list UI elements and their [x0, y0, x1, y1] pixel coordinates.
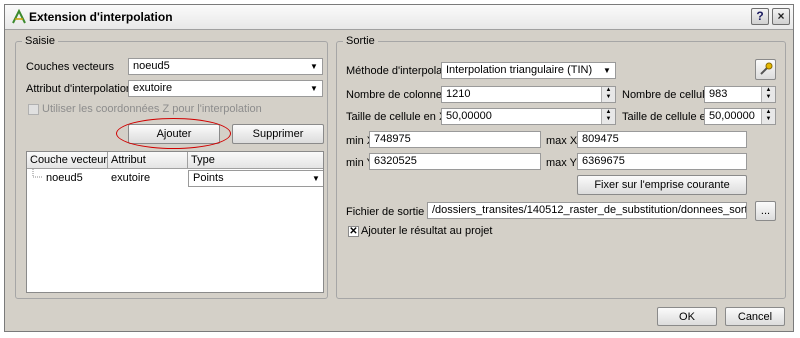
- couches-vecteurs-label: Couches vecteurs: [26, 61, 115, 73]
- colonnes-value: 1210: [446, 88, 471, 100]
- min-y-input[interactable]: 6320525: [369, 153, 541, 170]
- column-header-attribut[interactable]: Attribut: [108, 152, 188, 169]
- tree-branch-icon: [32, 169, 43, 178]
- cellules-value: 983: [709, 88, 728, 100]
- cellules-label: Nombre de cellules: [622, 89, 717, 101]
- spin-arrows-icon[interactable]: ▲ ▼: [601, 109, 615, 124]
- use-z-checkbox[interactable]: [28, 104, 39, 115]
- colonnes-spinbox[interactable]: 1210 ▲ ▼: [441, 86, 616, 103]
- couches-vecteurs-combo[interactable]: noeud5 ▼: [128, 58, 323, 75]
- highlight-ellipse: [116, 118, 231, 149]
- sortie-legend: Sortie: [343, 35, 378, 47]
- max-x-input[interactable]: 809475: [577, 131, 747, 148]
- chevron-down-icon: ▼: [306, 59, 322, 74]
- cancel-button[interactable]: Cancel: [725, 307, 785, 326]
- taille-x-label: Taille de cellule en X: [346, 111, 447, 123]
- fichier-sortie-input[interactable]: /dossiers_transites/140512_raster_de_sub…: [427, 202, 747, 219]
- spin-arrows-icon[interactable]: ▲ ▼: [601, 87, 615, 102]
- cellules-spinbox[interactable]: 983 ▲ ▼: [704, 86, 776, 103]
- min-x-input[interactable]: 748975: [369, 131, 541, 148]
- close-button[interactable]: ×: [772, 8, 790, 25]
- table-row[interactable]: noeud5 exutoire Points ▼: [27, 169, 323, 187]
- attribut-interpolation-combo[interactable]: exutoire ▼: [128, 80, 323, 97]
- row-couche: noeud5: [46, 172, 83, 184]
- sortie-group: Sortie Méthode d'interpolation Interpola…: [336, 35, 786, 299]
- chevron-down-icon: ▼: [306, 81, 322, 96]
- type-combo[interactable]: Points ▼: [188, 170, 323, 187]
- couches-vecteurs-value: noeud5: [133, 60, 170, 72]
- column-header-couche[interactable]: Couche vecteur: [27, 152, 108, 169]
- saisie-group: Saisie Couches vecteurs noeud5 ▼ Attribu…: [15, 35, 328, 299]
- methode-value: Interpolation triangulaire (TIN): [446, 64, 593, 76]
- spin-arrows-icon[interactable]: ▲ ▼: [761, 87, 775, 102]
- fichier-sortie-label: Fichier de sortie: [346, 206, 425, 218]
- taille-x-spinbox[interactable]: 50,00000 ▲ ▼: [441, 108, 616, 125]
- interpolation-dialog: Extension d'interpolation ? × Saisie Cou…: [4, 4, 794, 332]
- configure-icon: [759, 62, 772, 75]
- browse-button[interactable]: ...: [755, 201, 776, 221]
- taille-y-spinbox[interactable]: 50,00000 ▲ ▼: [704, 108, 776, 125]
- title-bar: Extension d'interpolation ? ×: [5, 5, 793, 30]
- attribut-interpolation-value: exutoire: [133, 82, 173, 94]
- saisie-legend: Saisie: [22, 35, 58, 47]
- fixer-emprise-button[interactable]: Fixer sur l'emprise courante: [577, 175, 747, 195]
- column-header-type[interactable]: Type: [188, 152, 323, 169]
- supprimer-button[interactable]: Supprimer: [232, 124, 324, 144]
- ajouter-resultat-checkbox[interactable]: ✕: [348, 226, 359, 237]
- type-value: Points: [193, 172, 224, 184]
- use-z-label: Utiliser les coordonnées Z pour l'interp…: [42, 103, 262, 115]
- attribut-interpolation-label: Attribut d'interpolation: [26, 83, 133, 95]
- taille-y-value: 50,00000: [709, 110, 755, 122]
- max-y-label: max Y: [546, 157, 577, 169]
- spin-arrows-icon[interactable]: ▲ ▼: [761, 109, 775, 124]
- window-title: Extension d'interpolation: [29, 10, 173, 24]
- interpolation-plugin-icon: [12, 9, 26, 24]
- ajouter-resultat-label: Ajouter le résultat au projet: [361, 225, 493, 237]
- vector-layers-table[interactable]: Couche vecteur Attribut Type noeud5 exut…: [26, 151, 324, 293]
- colonnes-label: Nombre de colonnes: [346, 89, 448, 101]
- configure-method-button[interactable]: [755, 59, 776, 80]
- chevron-down-icon: ▼: [308, 171, 323, 186]
- ok-button[interactable]: OK: [657, 307, 717, 326]
- taille-x-value: 50,00000: [446, 110, 492, 122]
- max-x-label: max X: [546, 135, 578, 147]
- methode-combo[interactable]: Interpolation triangulaire (TIN) ▼: [441, 62, 616, 79]
- chevron-down-icon: ▼: [599, 63, 615, 78]
- max-y-input[interactable]: 6369675: [577, 153, 747, 170]
- help-button[interactable]: ?: [751, 8, 769, 25]
- row-attribut: exutoire: [111, 172, 151, 184]
